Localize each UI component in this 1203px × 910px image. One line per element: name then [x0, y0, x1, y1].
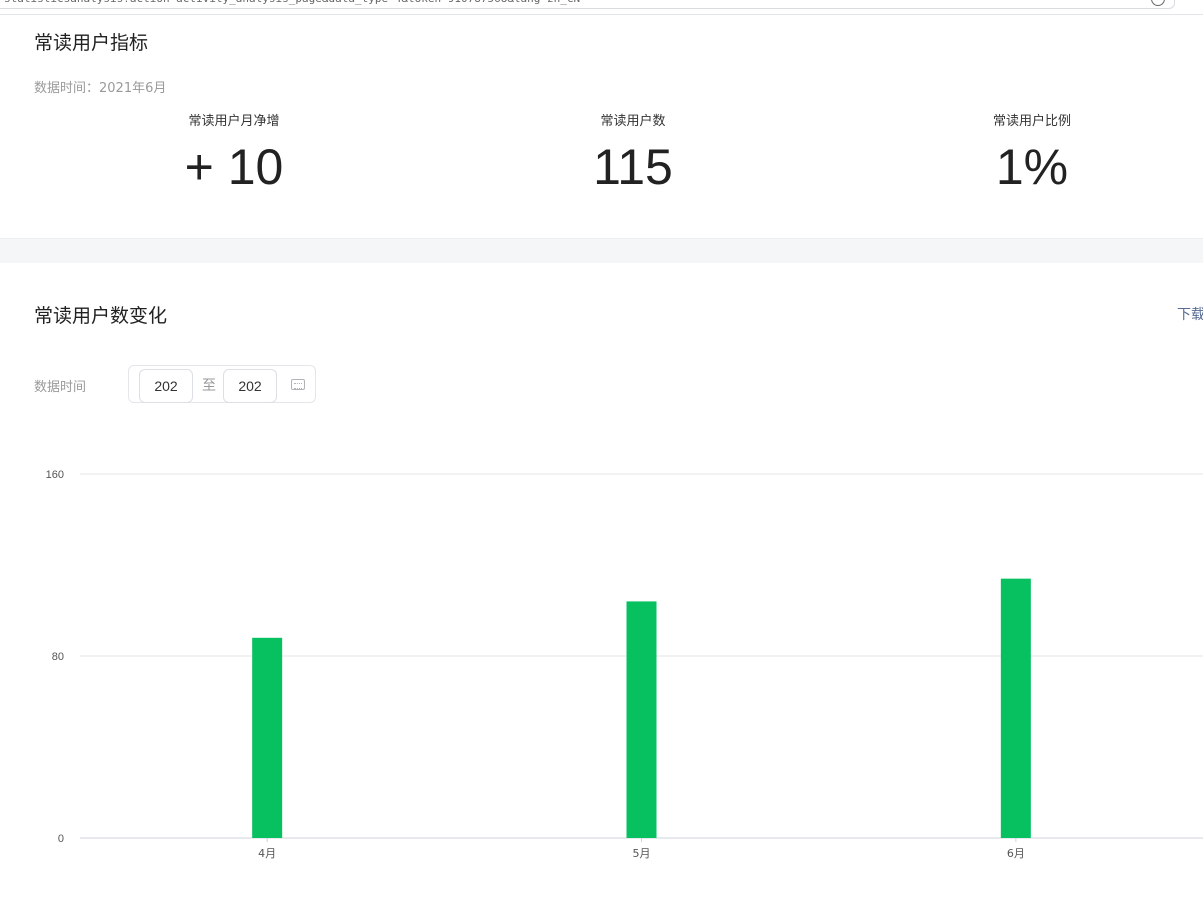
calendar-icon[interactable]	[291, 379, 305, 390]
download-link[interactable]: 下载	[1177, 304, 1203, 324]
metric-label: 常读用户比例	[992, 114, 1071, 129]
metric-user-count: 常读用户数 115	[523, 113, 743, 197]
x-tick-label: 5月	[633, 847, 651, 860]
metric-value: 115	[593, 139, 673, 195]
start-date-input[interactable]: 202	[139, 369, 193, 403]
metric-label: 常读用户月净增	[188, 114, 280, 129]
bar[interactable]	[626, 601, 657, 838]
url-field[interactable]: statisticsanalysis?action=activity_analy…	[0, 0, 1175, 9]
trend-data-time-label: 数据时间	[34, 380, 87, 395]
y-tick-label: 80	[52, 651, 64, 663]
metrics-section-title: 常读用户指标	[34, 32, 149, 54]
browser-address-bar: statisticsanalysis?action=activity_analy…	[0, 0, 1203, 15]
section-divider	[0, 238, 1203, 263]
metric-label: 常读用户数	[600, 114, 666, 129]
end-date-input[interactable]: 202	[223, 369, 277, 403]
y-tick-label: 0	[58, 833, 64, 845]
x-tick-label: 6月	[1007, 847, 1025, 860]
range-separator: 至	[202, 378, 216, 394]
bar[interactable]	[1000, 578, 1031, 838]
x-tick-label: 4月	[258, 847, 276, 860]
metric-user-ratio: 常读用户比例 1%	[922, 113, 1142, 197]
metric-value: 1%	[995, 139, 1069, 195]
date-range-picker[interactable]: 202 至 202	[128, 365, 316, 403]
y-tick-label: 160	[46, 469, 64, 481]
user-count-bar-chart: 0 80 160 4月 5月 6月	[46, 469, 1203, 860]
bar[interactable]	[252, 637, 283, 838]
metrics-data-time: 数据时间：2021年6月	[34, 81, 167, 96]
metric-value: + 10	[184, 139, 284, 195]
trend-section-title: 常读用户数变化	[34, 305, 168, 327]
metric-net-increase: 常读用户月净增 + 10	[124, 113, 344, 197]
